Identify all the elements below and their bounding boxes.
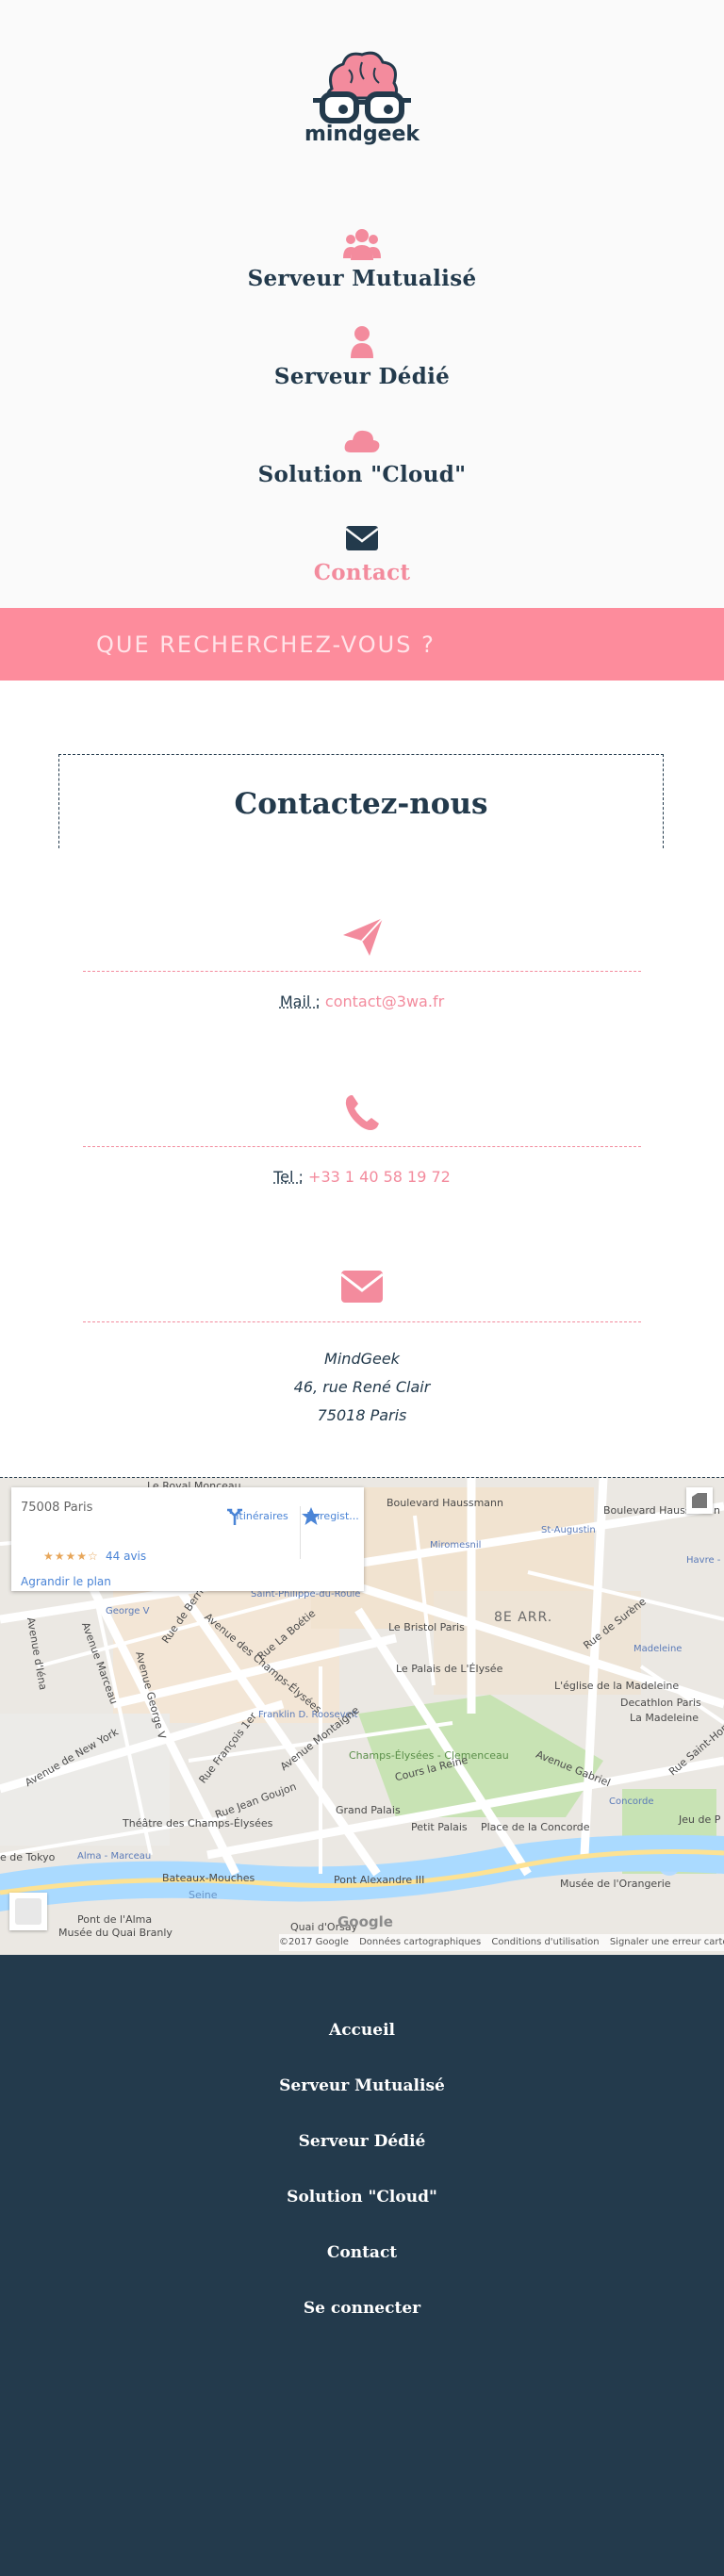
nav-label: Contact <box>313 560 411 585</box>
map-label[interactable]: La Madeleine <box>630 1712 699 1724</box>
footer-link-accueil[interactable]: Accueil <box>0 2021 724 2040</box>
envelope-icon <box>345 526 379 550</box>
rating-stars: ★★★★☆ <box>43 1550 99 1563</box>
directions-button[interactable]: Itinéraires <box>224 1506 300 1525</box>
mail-line: Mail : contact@3wa.fr <box>0 993 724 1010</box>
site-footer: Accueil Serveur Mutualisé Serveur Dédié … <box>0 1955 724 2576</box>
site-header: mindgeek Serveur Mutualisé Serveur Dédié… <box>0 0 724 608</box>
map-label: Seine <box>189 1889 218 1901</box>
mail-link[interactable]: contact@3wa.fr <box>325 993 444 1010</box>
map-data-link[interactable]: Données cartographiques <box>359 1937 481 1947</box>
postal-address: MindGeek 46, rue René Clair 75018 Paris <box>0 1345 724 1430</box>
tel-block: Tel : +33 1 40 58 19 72 <box>0 1090 724 1186</box>
map-label[interactable]: Musée du Quai Branly <box>58 1927 173 1939</box>
map-label[interactable]: Boulevard Haussmann <box>387 1497 503 1509</box>
map-label[interactable]: Petit Palais <box>411 1821 468 1833</box>
map-label[interactable]: Grand Palais <box>336 1804 401 1816</box>
map-report-link[interactable]: Signaler une erreur cartographique <box>610 1937 724 1947</box>
fullscreen-icon <box>692 1493 707 1508</box>
map-label[interactable]: Bateaux-Mouches <box>162 1872 255 1884</box>
divider <box>83 1146 641 1147</box>
address-block: MindGeek 46, rue René Clair 75018 Paris <box>0 1265 724 1430</box>
brand-name: mindgeek <box>304 123 420 146</box>
reviews-link[interactable]: 44 avis <box>106 1550 146 1563</box>
directions-icon <box>227 1508 242 1525</box>
map-terms-link[interactable]: Conditions d'utilisation <box>491 1937 599 1947</box>
map-label[interactable]: L'église de la Madeleine <box>554 1680 679 1692</box>
map-label[interactable]: Alma - Marceau <box>77 1851 151 1862</box>
contact-section: Contactez-nous Mail : contact@3wa.fr Tel… <box>0 681 724 1477</box>
footer-link-dedie[interactable]: Serveur Dédié <box>0 2132 724 2151</box>
map-label[interactable]: Havre - <box>686 1555 720 1566</box>
user-icon <box>351 326 373 358</box>
map-label[interactable]: Jeu de P <box>679 1813 720 1826</box>
map-label[interactable]: Madeleine <box>634 1644 682 1654</box>
map-label[interactable]: Pont de l'Alma <box>77 1913 152 1926</box>
map-place-card: 75008 Paris ★★★★☆ 44 avis Agrandir le pl… <box>11 1487 364 1591</box>
nav-label: Solution "Cloud" <box>257 462 467 487</box>
phone-icon <box>345 1095 379 1130</box>
users-icon <box>343 229 381 260</box>
map-copyright: ©2017 Google <box>279 1937 349 1947</box>
map-label: 8E ARR. <box>494 1610 553 1625</box>
map-label[interactable]: Théâtre des Champs-Élysées <box>123 1817 272 1829</box>
map-label[interactable]: George V <box>106 1606 149 1616</box>
nav-item-dedie[interactable]: Serveur Dédié <box>0 324 724 389</box>
map-label[interactable]: Pont Alexandre III <box>334 1874 424 1886</box>
map-label[interactable]: Le Palais de L'Élysée <box>396 1663 502 1675</box>
map-label[interactable]: Le Bristol Paris <box>388 1621 465 1633</box>
nav-item-contact[interactable]: Contact <box>0 520 724 585</box>
map-label[interactable]: Champs-Élysées - Clemenceau <box>349 1749 509 1762</box>
nav-label: Serveur Mutualisé <box>247 266 477 291</box>
mail-label: Mail : <box>279 993 321 1010</box>
footer-link-cloud[interactable]: Solution "Cloud" <box>0 2188 724 2207</box>
nav-item-cloud[interactable]: Solution "Cloud" <box>0 422 724 487</box>
enlarge-map-link[interactable]: Agrandir le plan <box>21 1575 111 1588</box>
cloud-icon <box>344 430 380 452</box>
nav-label: Serveur Dédié <box>273 364 451 389</box>
search-input[interactable] <box>94 621 626 668</box>
tel-link[interactable]: +33 1 40 58 19 72 <box>308 1168 451 1186</box>
nav-item-mutualise[interactable]: Serveur Mutualisé <box>0 226 724 291</box>
envelope-icon <box>340 1271 384 1303</box>
mail-block: Mail : contact@3wa.fr <box>0 914 724 1010</box>
footer-link-contact[interactable]: Contact <box>0 2243 724 2262</box>
fullscreen-button[interactable] <box>686 1487 713 1514</box>
title-box: Contactez-nous <box>58 754 664 848</box>
search-band <box>0 608 724 681</box>
divider <box>83 971 641 972</box>
divider <box>83 1321 641 1322</box>
google-map[interactable]: Le Royal Monceau Boulevard Haussmann Bou… <box>0 1477 724 1955</box>
google-logo[interactable]: Google <box>337 1913 393 1930</box>
star-icon <box>302 1507 321 1525</box>
address-name: MindGeek <box>324 1350 400 1368</box>
map-label[interactable]: Musée de l'Orangerie <box>560 1878 671 1890</box>
footer-link-mutualise[interactable]: Serveur Mutualisé <box>0 2076 724 2095</box>
map-attribution: ©2017 Google Données cartographiques Con… <box>279 1934 724 1951</box>
page-title: Contactez-nous <box>234 787 488 821</box>
map-label[interactable]: Concorde <box>609 1797 654 1807</box>
map-label[interactable]: Place de la Concorde <box>481 1821 590 1833</box>
footer-link-login[interactable]: Se connecter <box>0 2299 724 2318</box>
place-address: 75008 Paris <box>21 1501 93 1515</box>
map-label[interactable]: Miromesnil <box>430 1540 481 1551</box>
address-city: 75018 Paris <box>317 1406 407 1424</box>
tel-line: Tel : +33 1 40 58 19 72 <box>0 1168 724 1186</box>
address-street: 46, rue René Clair <box>293 1378 431 1396</box>
map-label[interactable]: St-Augustin <box>541 1525 596 1535</box>
pegman-icon <box>15 1898 41 1925</box>
street-view-button[interactable] <box>9 1893 47 1930</box>
tel-label: Tel : <box>273 1168 304 1186</box>
map-label[interactable]: e de Tokyo <box>0 1851 55 1863</box>
paper-plane-icon <box>343 917 384 956</box>
map-label[interactable]: Decathlon Paris <box>620 1697 701 1709</box>
save-button[interactable]: Enregist... <box>300 1506 365 1559</box>
